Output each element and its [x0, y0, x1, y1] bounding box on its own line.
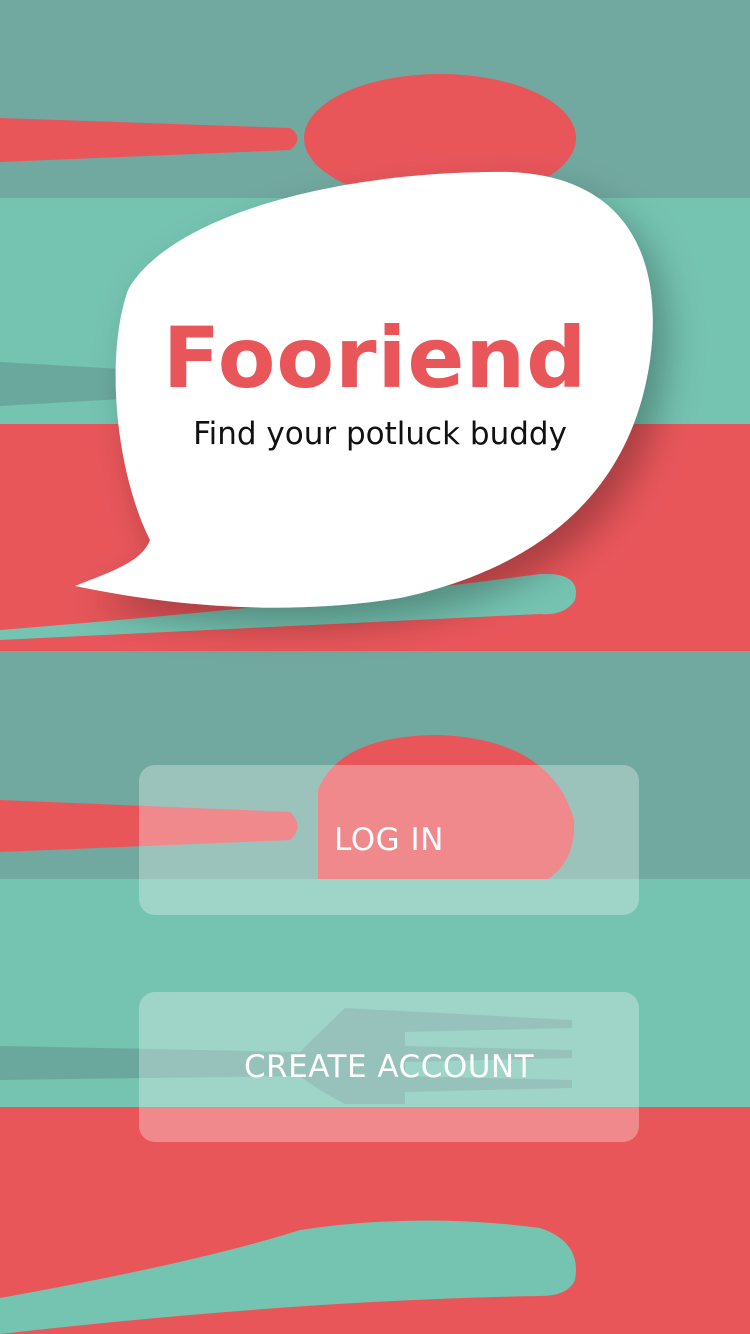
create-account-button-label: CREATE ACCOUNT	[243, 1049, 535, 1085]
login-button[interactable]: LOG IN	[139, 765, 639, 915]
welcome-screen: Fooriend Find your potluck buddy LOG IN …	[0, 0, 750, 1334]
create-account-button[interactable]: CREATE ACCOUNT	[139, 992, 639, 1142]
login-button-label: LOG IN	[334, 822, 444, 858]
app-tagline: Find your potluck buddy	[193, 416, 567, 452]
app-title: Fooriend	[162, 309, 588, 407]
